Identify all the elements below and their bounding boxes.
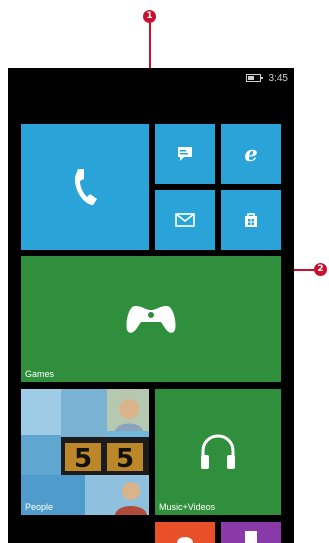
tile-music-videos[interactable]: Music+Videos (155, 389, 281, 515)
contact-photo: 5 5 (61, 437, 149, 477)
phone-screen: 3:45 e Games 5 5 People Music+Videos (8, 68, 294, 543)
contact-avatar: 5 5 (65, 443, 143, 474)
tile-games-label: Games (25, 369, 55, 379)
tile-icon (177, 537, 193, 543)
svg-text:5: 5 (116, 444, 134, 474)
headphones-icon (201, 434, 235, 469)
tile-people-label: People (25, 502, 54, 512)
callout-2: 2 (314, 263, 327, 276)
status-time: 3:45 (268, 72, 288, 84)
contact-photo (61, 389, 107, 437)
email-icon (175, 213, 195, 227)
contact-photo (85, 475, 149, 515)
tile-partial-purple[interactable] (221, 522, 281, 543)
contact-photo (107, 389, 149, 431)
controller-icon (126, 306, 176, 333)
contact-avatar (115, 482, 147, 515)
svg-text:e: e (244, 143, 257, 165)
tile-people[interactable]: 5 5 People (21, 389, 149, 515)
tile-email[interactable] (155, 190, 215, 250)
tile-music-videos-label: Music+Videos (159, 502, 216, 512)
contact-photo (21, 435, 61, 475)
contact-photo (21, 389, 61, 435)
contact-avatar (115, 399, 143, 431)
svg-text:5: 5 (74, 444, 92, 474)
tile-store[interactable] (221, 190, 281, 250)
tile-games[interactable]: Games (21, 256, 281, 382)
internet-explorer-icon: e (244, 143, 257, 165)
tile-messaging[interactable] (155, 124, 215, 184)
callout-1: 1 (143, 10, 156, 23)
battery-icon (245, 74, 263, 82)
tile-icon (245, 531, 257, 543)
people-photo-grid: 5 5 (21, 389, 149, 515)
tile-partial-orange[interactable] (155, 522, 215, 543)
store-icon (245, 213, 257, 227)
status-bar: 3:45 (245, 71, 288, 85)
phone-icon (74, 169, 97, 205)
messaging-icon (178, 147, 192, 161)
tile-internet-explorer[interactable]: e (221, 124, 281, 184)
tile-phone[interactable] (21, 124, 149, 250)
